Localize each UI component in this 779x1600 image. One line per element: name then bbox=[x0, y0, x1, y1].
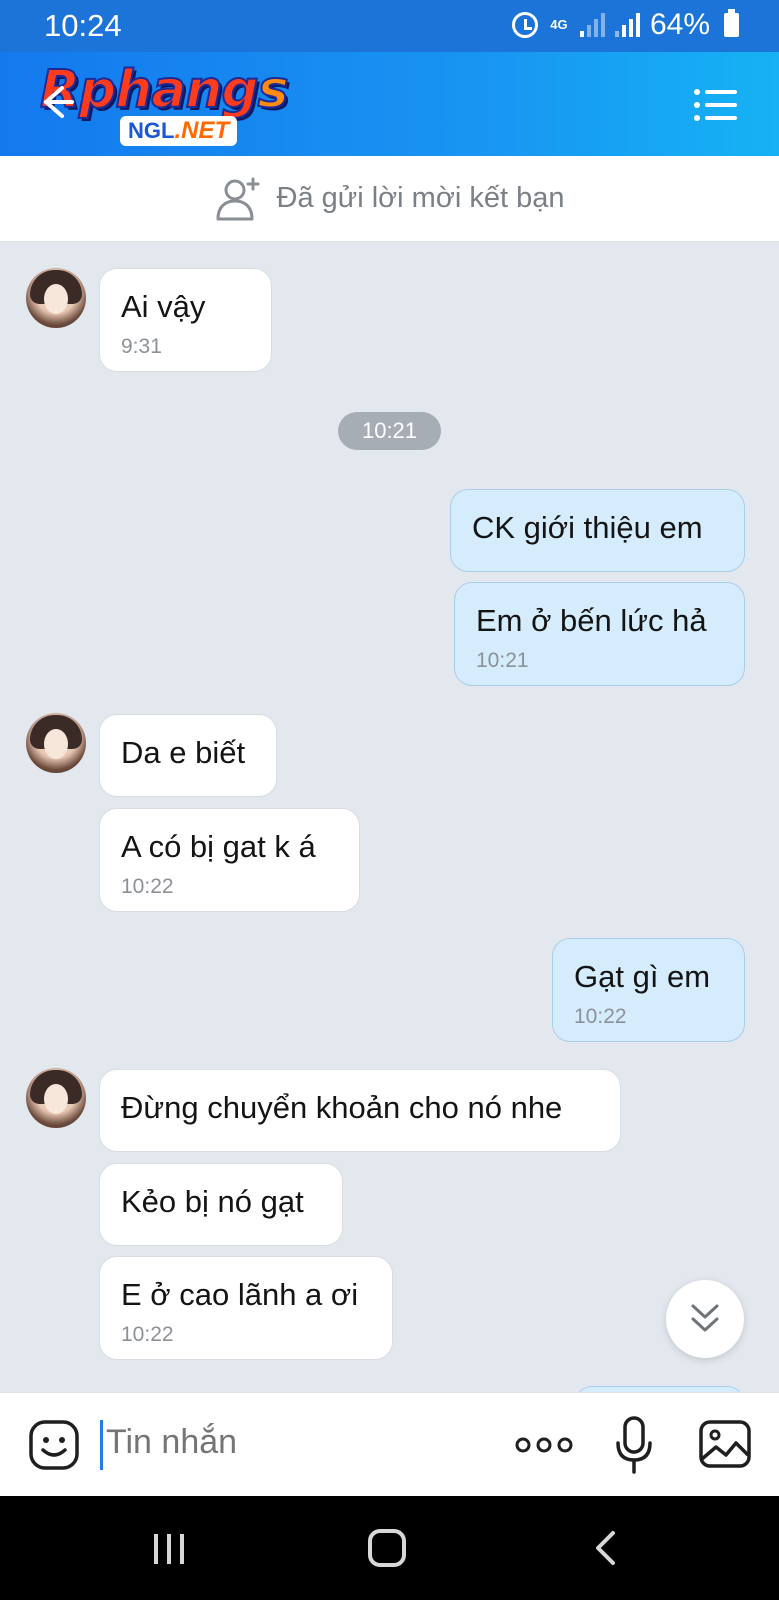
message-bubble-incoming[interactable]: Da e biết bbox=[99, 714, 277, 797]
smiley-icon[interactable] bbox=[28, 1419, 80, 1471]
friend-request-bar[interactable]: Đã gửi lời mời kết bạn bbox=[0, 156, 779, 242]
message-bubble-incoming[interactable]: E ở cao lãnh a ơi 10:22 bbox=[99, 1256, 393, 1360]
logo-text-end: s bbox=[257, 59, 290, 121]
signal-icon bbox=[614, 13, 640, 37]
message-bubble-incoming[interactable]: A có bị gat k á 10:22 bbox=[99, 808, 360, 912]
system-nav-bar bbox=[0, 1496, 779, 1600]
network-type: 4G bbox=[550, 17, 568, 32]
message-bubble-incoming[interactable]: Kẻo bị nó gạt bbox=[99, 1163, 343, 1246]
avatar[interactable] bbox=[26, 713, 86, 773]
avatar[interactable] bbox=[26, 1068, 86, 1128]
message-time: 10:22 bbox=[121, 875, 174, 898]
chat-header: Rphangs NGL.NET bbox=[0, 52, 779, 156]
message-time: 9:31 bbox=[121, 335, 162, 358]
text-caret bbox=[100, 1420, 103, 1470]
back-icon[interactable] bbox=[594, 1530, 616, 1566]
message-text: E ở cao lãnh a ơi bbox=[121, 1277, 359, 1312]
logo-badge-right: .NET bbox=[174, 117, 230, 144]
message-time: 10:22 bbox=[121, 1323, 174, 1346]
scroll-down-button[interactable] bbox=[666, 1280, 744, 1358]
recent-apps-icon[interactable] bbox=[152, 1532, 186, 1566]
message-text: A có bị gat k á bbox=[121, 829, 316, 864]
list-menu-icon[interactable] bbox=[693, 88, 737, 122]
add-user-icon bbox=[216, 177, 260, 220]
logo-badge: NGL.NET bbox=[120, 116, 238, 146]
more-dots-icon[interactable] bbox=[514, 1435, 574, 1455]
signal-icon bbox=[579, 13, 605, 37]
message-text: CK giới thiệu em bbox=[472, 510, 703, 545]
message-bubble-outgoing[interactable]: Em ở bến lức hả 10:21 bbox=[454, 582, 745, 686]
battery-icon bbox=[724, 9, 739, 37]
battery-percent: 64% bbox=[649, 8, 710, 41]
message-text: Ai vậy bbox=[121, 289, 206, 324]
message-text: Da e biết bbox=[121, 735, 246, 770]
message-bubble-outgoing[interactable]: CK giới thiệu em bbox=[450, 489, 745, 572]
home-icon[interactable] bbox=[368, 1529, 406, 1567]
message-time: 10:21 bbox=[476, 649, 529, 672]
status-time: 10:24 bbox=[44, 8, 122, 43]
avatar[interactable] bbox=[26, 268, 86, 328]
message-text: Gạt gì em bbox=[574, 959, 711, 994]
arrow-left-icon[interactable] bbox=[36, 82, 76, 122]
message-input[interactable] bbox=[106, 1423, 476, 1462]
time-divider: 10:21 bbox=[338, 412, 441, 450]
message-bubble-outgoing[interactable]: Gạt gì em 10:22 bbox=[552, 938, 745, 1042]
microphone-icon[interactable] bbox=[614, 1415, 654, 1475]
message-text: Kẻo bị nó gạt bbox=[121, 1184, 304, 1219]
message-text: Đừng chuyển khoản cho nó nhe bbox=[121, 1090, 563, 1125]
status-bar: 10:24 4G 64% bbox=[0, 0, 779, 52]
logo: Rphangs NGL.NET bbox=[39, 59, 290, 150]
alarm-icon bbox=[511, 12, 538, 38]
message-time: 10:22 bbox=[574, 1005, 627, 1028]
logo-badge-left: NGL bbox=[128, 118, 175, 143]
message-bubble-incoming[interactable]: Ai vậy 9:31 bbox=[99, 268, 272, 372]
message-text: Em ở bến lức hả bbox=[476, 603, 707, 638]
double-chevron-down-icon bbox=[691, 1304, 719, 1332]
message-input-bar bbox=[0, 1392, 779, 1496]
message-bubble-incoming[interactable]: Đừng chuyển khoản cho nó nhe bbox=[99, 1069, 621, 1152]
chat-area[interactable]: Ai vậy 9:31 10:21 CK giới thiệu em Em ở … bbox=[0, 242, 779, 1392]
friend-request-label: Đã gửi lời mời kết bạn bbox=[276, 182, 565, 214]
image-icon[interactable] bbox=[698, 1419, 752, 1469]
